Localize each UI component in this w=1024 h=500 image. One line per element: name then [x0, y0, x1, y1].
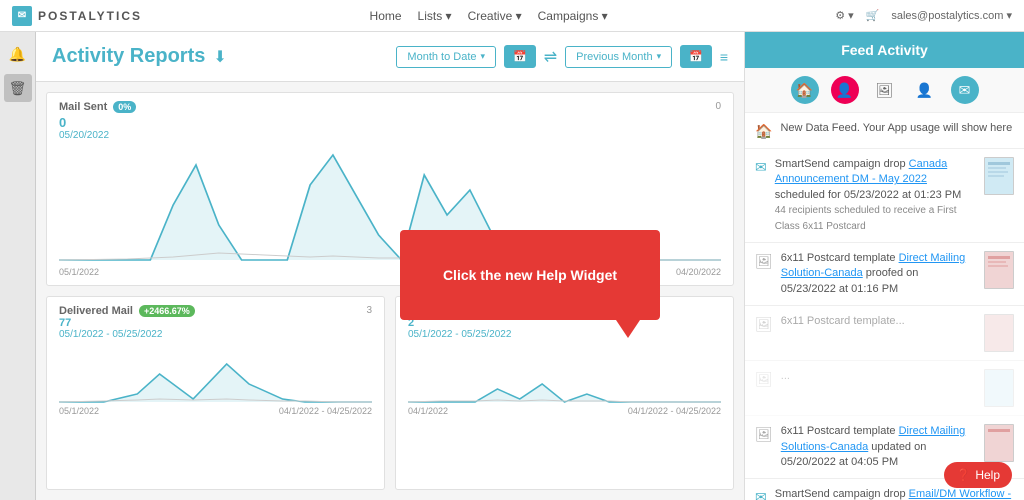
feed-item-thumbnail [984, 424, 1014, 462]
delivered-date: 05/1/2022 - 05/25/2022 [59, 329, 372, 340]
calendar-btn-1[interactable]: 📅 [504, 45, 536, 68]
nav-right: ⚙ ▾ 🛒 sales@postalytics.com ▾ [835, 9, 1012, 22]
nav-creative[interactable]: Creative ▾ [468, 9, 522, 23]
delivered-value: 77 [59, 317, 372, 329]
feed-link[interactable]: Email/DM Workflow - May 2022 DM Campaign… [775, 488, 1011, 500]
page-header: Activity Reports ⬇ Month to Date ▾ 📅 ⇌ P… [36, 32, 744, 82]
nav-links: Home Lists ▾ Creative ▾ Campaigns ▾ [370, 9, 608, 23]
delivered-badge: +2466.67% [139, 305, 195, 317]
feed-link[interactable]: Direct Mailing Solutions-Canada [781, 425, 965, 452]
help-circle-icon: ❓ [956, 468, 971, 482]
nav-home[interactable]: Home [370, 9, 402, 23]
returned-chart [408, 344, 721, 404]
feed-item: 🖼 6x11 Postcard template... [745, 306, 1024, 361]
delivered-bottom-dates: 05/1/2022 04/1/2022 - 04/25/2022 [59, 406, 372, 416]
feed-home-icon[interactable]: 🏠 [791, 76, 819, 104]
delivered-right-val: 3 [366, 305, 372, 316]
cart-icon[interactable]: 🛒 [866, 9, 880, 22]
feed-mail-icon[interactable]: ✉ [951, 76, 979, 104]
feed-items-list: 🏠 New Data Feed. Your App usage will sho… [745, 113, 1024, 500]
feed-item-text: 6x11 Postcard template... [781, 314, 976, 329]
feed-mail-bullet: ✉ [755, 489, 767, 500]
feed-item-thumbnail [984, 157, 1014, 195]
feed-item: 🖼 6x11 Postcard template Direct Mailing … [745, 243, 1024, 306]
mail-sent-badge: 0% [113, 101, 136, 113]
filter-icon[interactable]: ≡ [720, 49, 728, 65]
feed-icon-bar: 🏠 👤 🖼 👤 ✉ [745, 68, 1024, 113]
feed-item-text: 6x11 Postcard template Direct Mailing So… [781, 251, 976, 297]
returned-bottom-dates: 04/1/2022 04/1/2022 - 04/25/2022 [408, 406, 721, 416]
mail-sent-right-val: 0 [715, 101, 721, 112]
right-panel: Feed Activity 🏠 👤 🖼 👤 ✉ 🏠 New Data Feed.… [744, 32, 1024, 500]
feed-item-text: SmartSend campaign drop Email/DM Workflo… [775, 487, 1014, 500]
header-controls: Month to Date ▾ 📅 ⇌ Previous Month ▾ 📅 ≡ [396, 45, 728, 68]
calendar-btn-2[interactable]: 📅 [680, 45, 712, 68]
help-overlay: Click the new Help Widget [400, 230, 660, 320]
feed-user-icon[interactable]: 👤 [911, 76, 939, 104]
logo-icon: ✉ [12, 6, 32, 26]
feed-img-bullet: 🖼 [755, 253, 773, 270]
returned-date: 05/1/2022 - 05/25/2022 [408, 329, 721, 340]
returned-card: Returned/Forwards +100% 2 05/1/2022 - 05… [395, 296, 734, 490]
feed-item: 🖼 ... [745, 361, 1024, 416]
help-button[interactable]: ❓ Help [944, 462, 1012, 488]
delivered-card: Delivered Mail +2466.67% 3 77 05/1/2022 … [46, 296, 385, 490]
feed-img-bullet: 🖼 [755, 316, 773, 333]
page-title: Activity Reports [52, 45, 205, 68]
delivered-chart [59, 344, 372, 404]
feed-link[interactable]: Canada Announcement DM - May 2022 [775, 158, 947, 185]
overlay-arrow [616, 320, 640, 338]
top-nav: ✉ POSTALYTICS Home Lists ▾ Creative ▾ Ca… [0, 0, 1024, 32]
feed-item-text: New Data Feed. Your App usage will show … [780, 121, 1014, 136]
feed-item-thumbnail [984, 251, 1014, 289]
feed-header: Feed Activity [745, 32, 1024, 68]
feed-home-bullet: 🏠 [755, 123, 772, 140]
feed-item-text: 6x11 Postcard template Direct Mailing So… [781, 424, 976, 470]
delivered-title: Delivered Mail +2466.67% [59, 305, 372, 317]
notification-icon[interactable]: 🔔 [4, 40, 32, 68]
feed-person-icon[interactable]: 👤 [831, 76, 859, 104]
nav-lists[interactable]: Lists ▾ [418, 9, 452, 23]
download-icon[interactable]: ⬇ [213, 47, 226, 67]
mail-sent-value: 0 [59, 115, 721, 130]
nav-campaigns[interactable]: Campaigns ▾ [538, 9, 608, 23]
brand-name: POSTALYTICS [38, 9, 142, 23]
settings-icon[interactable]: ⚙ ▾ [835, 9, 853, 22]
feed-img-bullet: 🖼 [755, 426, 773, 443]
swap-icon[interactable]: ⇌ [544, 47, 557, 67]
date-range-btn[interactable]: Month to Date ▾ [396, 46, 496, 68]
feed-image-icon[interactable]: 🖼 [871, 76, 899, 104]
trash-icon[interactable]: 🗑 [4, 74, 32, 102]
feed-item: 🏠 New Data Feed. Your App usage will sho… [745, 113, 1024, 149]
feed-img-bullet: 🖼 [755, 371, 773, 388]
left-sidebar: 🔔 🗑 [0, 32, 36, 500]
feed-mail-bullet: ✉ [755, 159, 767, 176]
feed-item: ✉ SmartSend campaign drop Canada Announc… [745, 149, 1024, 243]
page-title-area: Activity Reports ⬇ [52, 45, 227, 68]
feed-item-thumbnail [984, 369, 1014, 407]
feed-link[interactable]: Direct Mailing Solution-Canada [781, 252, 965, 279]
feed-item-thumbnail [984, 314, 1014, 352]
feed-item-text: SmartSend campaign drop Canada Announcem… [775, 157, 976, 234]
feed-item-text: ... [781, 369, 976, 384]
user-email[interactable]: sales@postalytics.com ▾ [891, 9, 1012, 22]
mail-sent-title: Mail Sent 0% [59, 101, 721, 113]
compare-range-btn[interactable]: Previous Month ▾ [565, 46, 672, 68]
logo-area: ✉ POSTALYTICS [12, 6, 142, 26]
mail-sent-date: 05/20/2022 [59, 130, 721, 141]
